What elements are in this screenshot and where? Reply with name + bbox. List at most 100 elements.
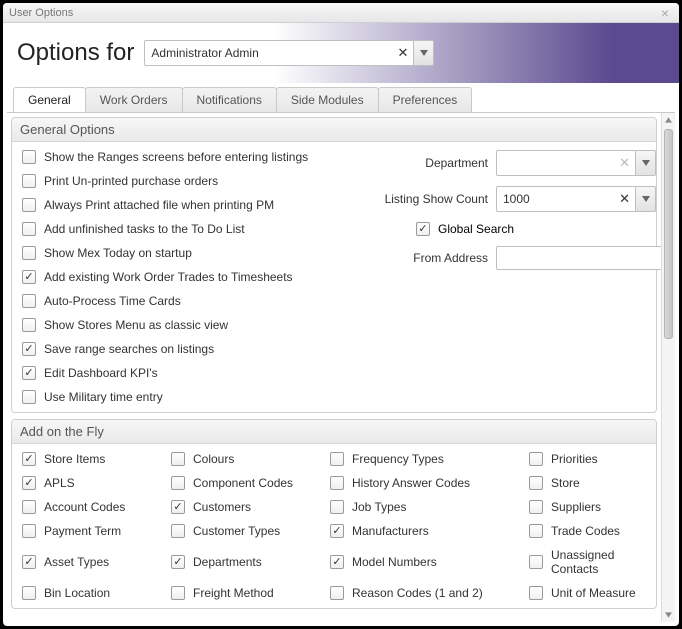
fly-label[interactable]: History Answer Codes bbox=[352, 476, 470, 490]
fly-checkbox[interactable] bbox=[529, 524, 543, 538]
option-checkbox[interactable] bbox=[22, 270, 36, 284]
tab-bar: GeneralWork OrdersNotificationsSide Modu… bbox=[3, 83, 679, 112]
fly-checkbox[interactable] bbox=[330, 555, 344, 569]
fly-checkbox[interactable] bbox=[330, 476, 344, 490]
fly-checkbox[interactable] bbox=[22, 452, 36, 466]
fly-checkbox[interactable] bbox=[529, 452, 543, 466]
fly-label[interactable]: Customers bbox=[193, 500, 251, 514]
fly-checkbox[interactable] bbox=[330, 500, 344, 514]
option-label[interactable]: Show Stores Menu as classic view bbox=[44, 318, 228, 332]
user-combo: ✕ bbox=[144, 40, 434, 66]
fly-checkbox[interactable] bbox=[22, 555, 36, 569]
fly-checkbox[interactable] bbox=[22, 586, 36, 600]
user-dropdown-button[interactable] bbox=[414, 40, 434, 66]
fly-checkbox[interactable] bbox=[22, 524, 36, 538]
fly-checkbox[interactable] bbox=[22, 476, 36, 490]
fly-checkbox[interactable] bbox=[529, 555, 543, 569]
tab-preferences[interactable]: Preferences bbox=[378, 87, 473, 112]
scrollbar-thumb[interactable] bbox=[664, 129, 673, 339]
fly-checkbox[interactable] bbox=[529, 500, 543, 514]
fly-label[interactable]: Job Types bbox=[352, 500, 406, 514]
fly-checkbox[interactable] bbox=[330, 586, 344, 600]
option-checkbox[interactable] bbox=[22, 342, 36, 356]
fly-label[interactable]: Colours bbox=[193, 452, 234, 466]
fly-label[interactable]: Customer Types bbox=[193, 524, 280, 538]
option-label[interactable]: Always Print attached file when printing… bbox=[44, 198, 274, 212]
option-label[interactable]: Show Mex Today on startup bbox=[44, 246, 192, 260]
clear-listing-count-icon[interactable]: ✕ bbox=[617, 191, 632, 207]
fly-item: Unit of Measure bbox=[529, 586, 646, 600]
close-icon[interactable]: × bbox=[657, 6, 673, 20]
listing-count-input[interactable] bbox=[496, 186, 636, 212]
fly-checkbox[interactable] bbox=[171, 476, 185, 490]
option-label[interactable]: Add existing Work Order Trades to Timesh… bbox=[44, 270, 293, 284]
option-row: Show the Ranges screens before entering … bbox=[22, 150, 362, 164]
option-label[interactable]: Use Military time entry bbox=[44, 390, 163, 404]
clear-department-icon[interactable]: ✕ bbox=[617, 155, 632, 171]
department-input[interactable] bbox=[496, 150, 636, 176]
option-checkbox[interactable] bbox=[22, 366, 36, 380]
fly-checkbox[interactable] bbox=[171, 524, 185, 538]
fly-checkbox[interactable] bbox=[330, 452, 344, 466]
fly-label[interactable]: Model Numbers bbox=[352, 555, 437, 569]
scroll-down-icon[interactable] bbox=[662, 608, 675, 622]
listing-count-label: Listing Show Count bbox=[368, 192, 488, 206]
fly-item: Suppliers bbox=[529, 500, 646, 514]
from-address-input[interactable] bbox=[496, 246, 661, 270]
option-checkbox[interactable] bbox=[22, 246, 36, 260]
fly-checkbox[interactable] bbox=[171, 555, 185, 569]
fly-label[interactable]: Unit of Measure bbox=[551, 586, 636, 600]
option-label[interactable]: Show the Ranges screens before entering … bbox=[44, 150, 308, 164]
option-label[interactable]: Auto-Process Time Cards bbox=[44, 294, 181, 308]
fly-label[interactable]: Asset Types bbox=[44, 555, 109, 569]
vertical-scrollbar[interactable] bbox=[661, 113, 675, 622]
fly-label[interactable]: Freight Method bbox=[193, 586, 274, 600]
fly-label[interactable]: Unassigned Contacts bbox=[551, 548, 646, 576]
option-label[interactable]: Add unfinished tasks to the To Do List bbox=[44, 222, 245, 236]
department-dropdown-button[interactable] bbox=[636, 150, 656, 176]
tab-work-orders[interactable]: Work Orders bbox=[85, 87, 183, 112]
fly-label[interactable]: Reason Codes (1 and 2) bbox=[352, 586, 483, 600]
option-checkbox[interactable] bbox=[22, 174, 36, 188]
option-label[interactable]: Print Un-printed purchase orders bbox=[44, 174, 218, 188]
option-checkbox[interactable] bbox=[22, 294, 36, 308]
fly-label[interactable]: Frequency Types bbox=[352, 452, 444, 466]
listing-count-dropdown-button[interactable] bbox=[636, 186, 656, 212]
tab-notifications[interactable]: Notifications bbox=[182, 87, 277, 112]
user-input[interactable] bbox=[144, 40, 414, 66]
fly-label[interactable]: Manufacturers bbox=[352, 524, 429, 538]
fly-checkbox[interactable] bbox=[171, 500, 185, 514]
option-checkbox[interactable] bbox=[22, 222, 36, 236]
option-label[interactable]: Save range searches on listings bbox=[44, 342, 214, 356]
global-search-label[interactable]: Global Search bbox=[438, 222, 514, 236]
fly-label[interactable]: Store bbox=[551, 476, 580, 490]
fly-label[interactable]: Trade Codes bbox=[551, 524, 620, 538]
fly-label[interactable]: Component Codes bbox=[193, 476, 293, 490]
fly-checkbox[interactable] bbox=[529, 476, 543, 490]
tab-general[interactable]: General bbox=[13, 87, 86, 112]
option-checkbox[interactable] bbox=[22, 318, 36, 332]
option-checkbox[interactable] bbox=[22, 198, 36, 212]
fly-label[interactable]: Bin Location bbox=[44, 586, 110, 600]
clear-user-icon[interactable]: ✕ bbox=[395, 45, 410, 61]
department-label: Department bbox=[368, 156, 488, 170]
tab-side-modules[interactable]: Side Modules bbox=[276, 87, 379, 112]
fly-label[interactable]: Departments bbox=[193, 555, 262, 569]
fly-label[interactable]: Account Codes bbox=[44, 500, 125, 514]
option-checkbox[interactable] bbox=[22, 150, 36, 164]
fly-label[interactable]: Priorities bbox=[551, 452, 598, 466]
fly-checkbox[interactable] bbox=[330, 524, 344, 538]
scroll-up-icon[interactable] bbox=[662, 113, 675, 127]
fly-checkbox[interactable] bbox=[171, 586, 185, 600]
option-label[interactable]: Edit Dashboard KPI's bbox=[44, 366, 158, 380]
fly-label[interactable]: APLS bbox=[44, 476, 75, 490]
fly-label[interactable]: Store Items bbox=[44, 452, 105, 466]
option-checkbox[interactable] bbox=[22, 390, 36, 404]
fly-checkbox[interactable] bbox=[171, 452, 185, 466]
fly-label[interactable]: Payment Term bbox=[44, 524, 121, 538]
fly-label[interactable]: Suppliers bbox=[551, 500, 601, 514]
fly-checkbox[interactable] bbox=[22, 500, 36, 514]
fly-item: Trade Codes bbox=[529, 524, 646, 538]
fly-checkbox[interactable] bbox=[529, 586, 543, 600]
global-search-checkbox[interactable] bbox=[416, 222, 430, 236]
